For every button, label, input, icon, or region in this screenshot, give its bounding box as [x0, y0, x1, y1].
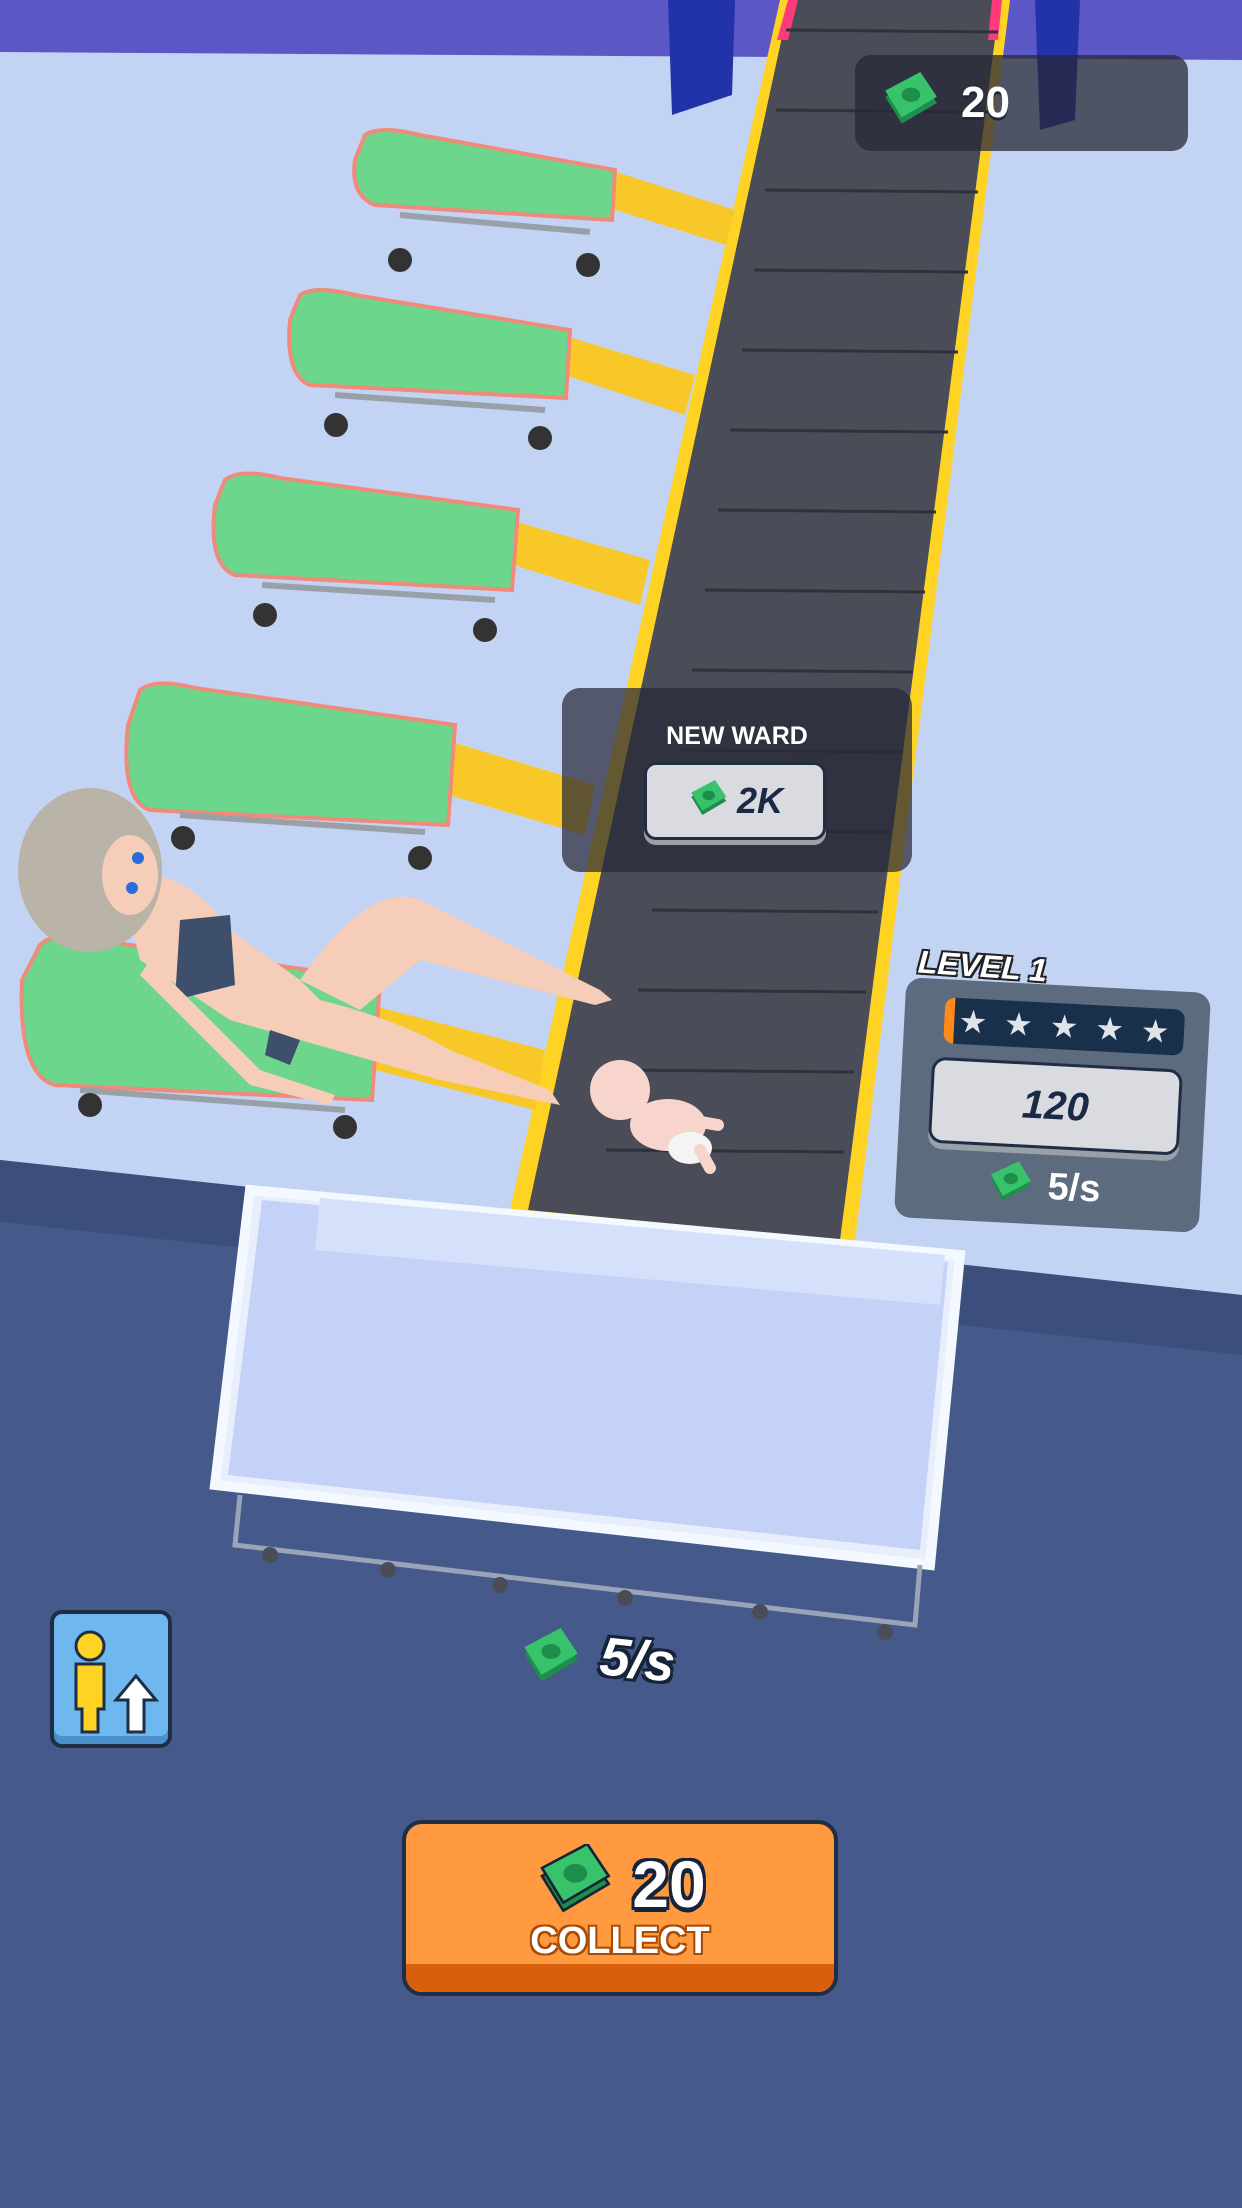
- collect-button[interactable]: 20 COLLECT: [402, 1820, 838, 1996]
- level-progress-fill: [943, 997, 956, 1044]
- collect-amount-value: 20: [632, 1847, 706, 1921]
- cash-icon: [990, 1161, 1031, 1201]
- star-icon: ★: [1003, 1005, 1034, 1043]
- collect-amount: 20: [406, 1844, 834, 1924]
- level-upgrade-cost: 120: [1020, 1081, 1090, 1130]
- collect-button-shadow: [406, 1964, 834, 1992]
- star-icon: ★: [957, 1003, 989, 1041]
- new-ward-panel[interactable]: NEW WARD 2K: [562, 688, 912, 872]
- level-upgrade-button[interactable]: 120: [927, 1056, 1184, 1156]
- money-value: 20: [961, 78, 1010, 127]
- level-income-rate: 5/s: [985, 1160, 1102, 1214]
- level-rate-value: 5/s: [1046, 1165, 1102, 1211]
- new-ward-cost: 2K: [736, 780, 784, 821]
- level-progress-bar: ★ ★ ★ ★ ★: [943, 997, 1186, 1056]
- star-icon: ★: [1048, 1007, 1080, 1046]
- new-ward-buy-button[interactable]: 2K: [644, 762, 826, 840]
- cash-icon: [540, 1844, 611, 1913]
- star-icon: ★: [1139, 1012, 1171, 1050]
- cash-icon: [524, 1628, 578, 1682]
- level-panel: ★ ★ ★ ★ ★ 120 5/s: [893, 977, 1212, 1233]
- new-ward-title: NEW WARD: [666, 722, 808, 750]
- staff-upgrade-button[interactable]: [50, 1610, 172, 1748]
- person-upgrade-icon: [74, 1630, 160, 1734]
- cash-icon: [691, 780, 727, 815]
- bin-income-rate: 5/s: [518, 1626, 679, 1694]
- star-icon: ★: [1094, 1010, 1125, 1048]
- collect-label: COLLECT: [530, 1920, 710, 1962]
- cash-icon: [885, 72, 937, 124]
- bin-rate-value: 5/s: [597, 1626, 679, 1694]
- money-counter: 20: [855, 55, 1188, 151]
